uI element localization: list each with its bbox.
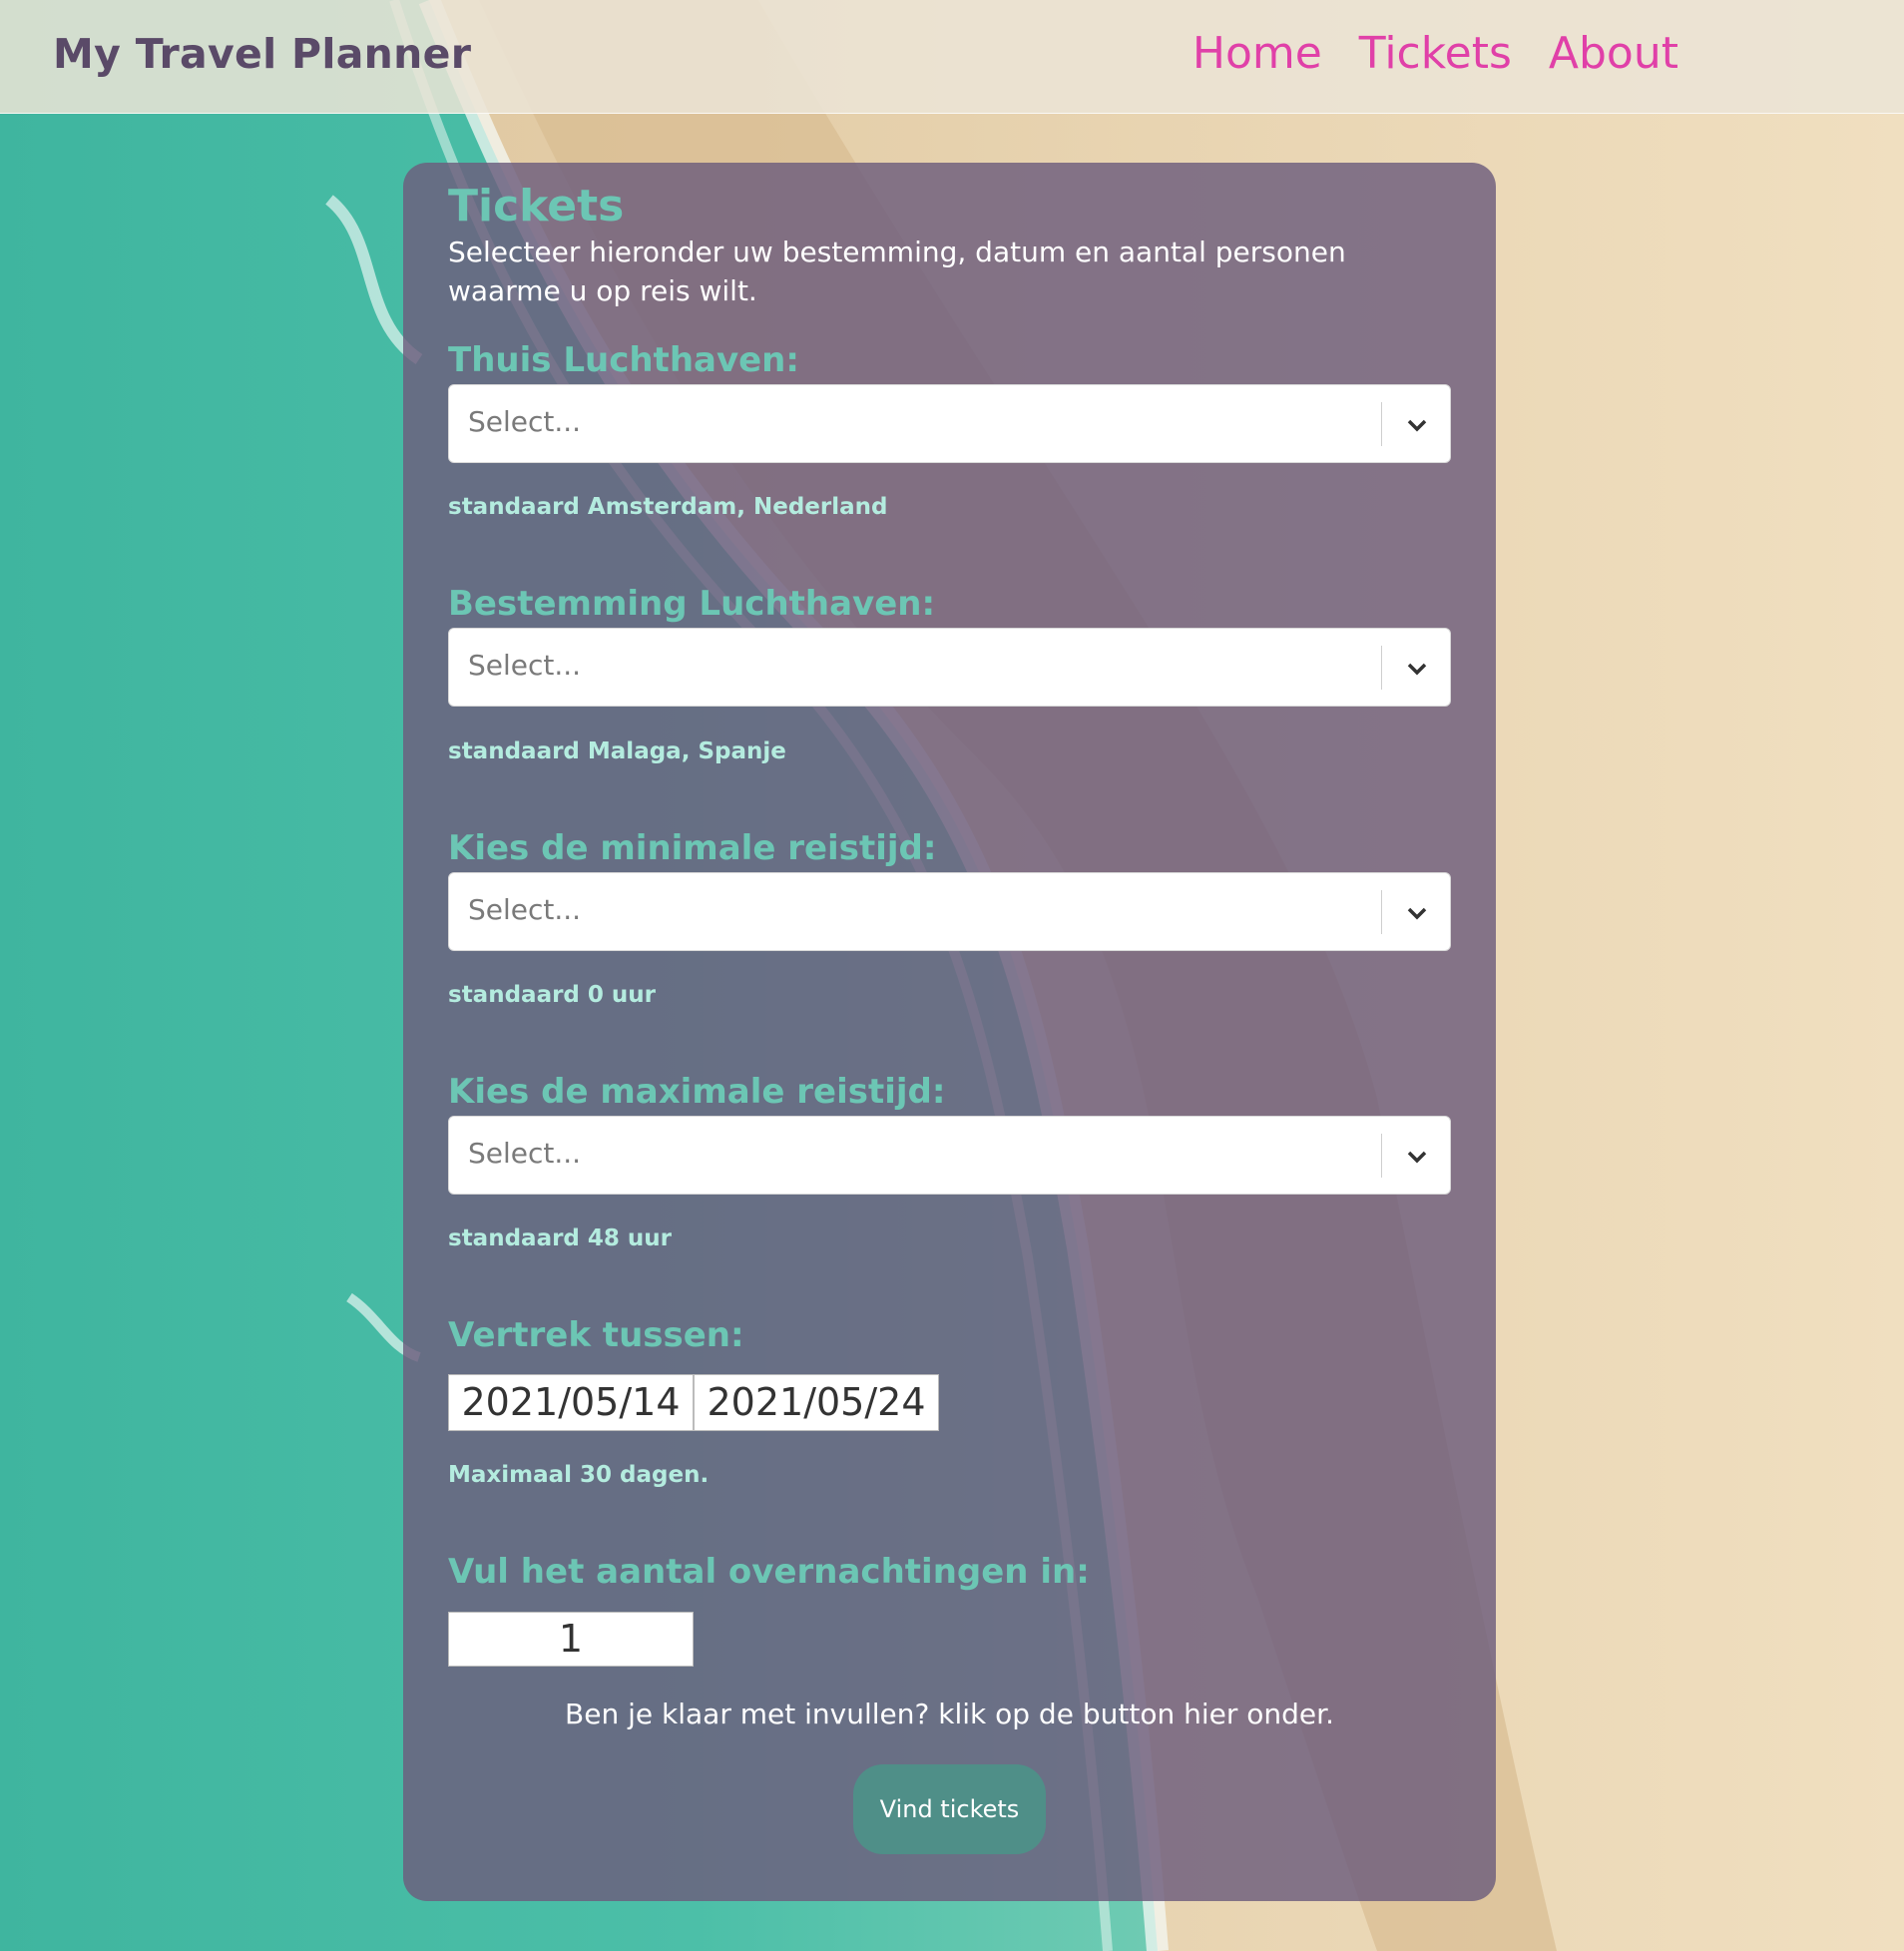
destination-airport-hint: standaard Malaga, Spanje [448, 738, 786, 764]
brand-title[interactable]: My Travel Planner [53, 30, 471, 78]
chevron-down-icon[interactable] [1404, 900, 1430, 926]
select-placeholder: Select... [468, 893, 582, 926]
main-nav: Home Tickets About [1192, 28, 1678, 79]
min-traveltime-hint: standaard 0 uur [448, 982, 656, 1008]
nights-label: Vul het aantal overnachtingen in: [448, 1552, 1090, 1592]
nav-tickets-link[interactable]: Tickets [1359, 28, 1512, 79]
select-placeholder: Select... [468, 649, 582, 682]
top-navbar: My Travel Planner Home Tickets About [0, 0, 1904, 114]
max-traveltime-hint: standaard 48 uur [448, 1225, 673, 1251]
destination-airport-label: Bestemming Luchthaven: [448, 584, 936, 624]
done-instruction-text: Ben je klaar met invullen? klik op de bu… [565, 1698, 1334, 1730]
home-airport-hint: standaard Amsterdam, Nederland [448, 494, 888, 520]
max-traveltime-select[interactable]: Select... [448, 1116, 1451, 1195]
find-tickets-button[interactable]: Vind tickets [853, 1764, 1046, 1854]
chevron-down-icon[interactable] [1404, 1144, 1430, 1170]
departure-hint: Maximaal 30 dagen. [448, 1462, 710, 1488]
select-placeholder: Select... [468, 405, 582, 438]
nav-about-link[interactable]: About [1549, 28, 1678, 79]
min-traveltime-label: Kies de minimale reistijd: [448, 828, 937, 868]
tickets-form-card: Tickets Selecteer hieronder uw bestemmin… [403, 163, 1496, 1901]
nav-home-link[interactable]: Home [1192, 28, 1322, 79]
page-title: Tickets [448, 181, 625, 232]
departure-from-date-input[interactable]: 2021/05/14 [448, 1374, 694, 1431]
select-placeholder: Select... [468, 1137, 582, 1170]
departure-to-date-input[interactable]: 2021/05/24 [694, 1374, 939, 1431]
departure-label: Vertrek tussen: [448, 1315, 744, 1355]
select-separator [1381, 1134, 1382, 1178]
intro-text: Selecteer hieronder uw bestemming, datum… [448, 236, 1346, 307]
select-separator [1381, 402, 1382, 446]
chevron-down-icon[interactable] [1404, 656, 1430, 682]
min-traveltime-select[interactable]: Select... [448, 872, 1451, 951]
select-separator [1381, 890, 1382, 934]
home-airport-select[interactable]: Select... [448, 384, 1451, 463]
nights-number-input[interactable]: 1 [448, 1612, 694, 1667]
select-separator [1381, 646, 1382, 690]
chevron-down-icon[interactable] [1404, 412, 1430, 438]
destination-airport-select[interactable]: Select... [448, 628, 1451, 707]
home-airport-label: Thuis Luchthaven: [448, 340, 799, 380]
max-traveltime-label: Kies de maximale reistijd: [448, 1072, 946, 1112]
